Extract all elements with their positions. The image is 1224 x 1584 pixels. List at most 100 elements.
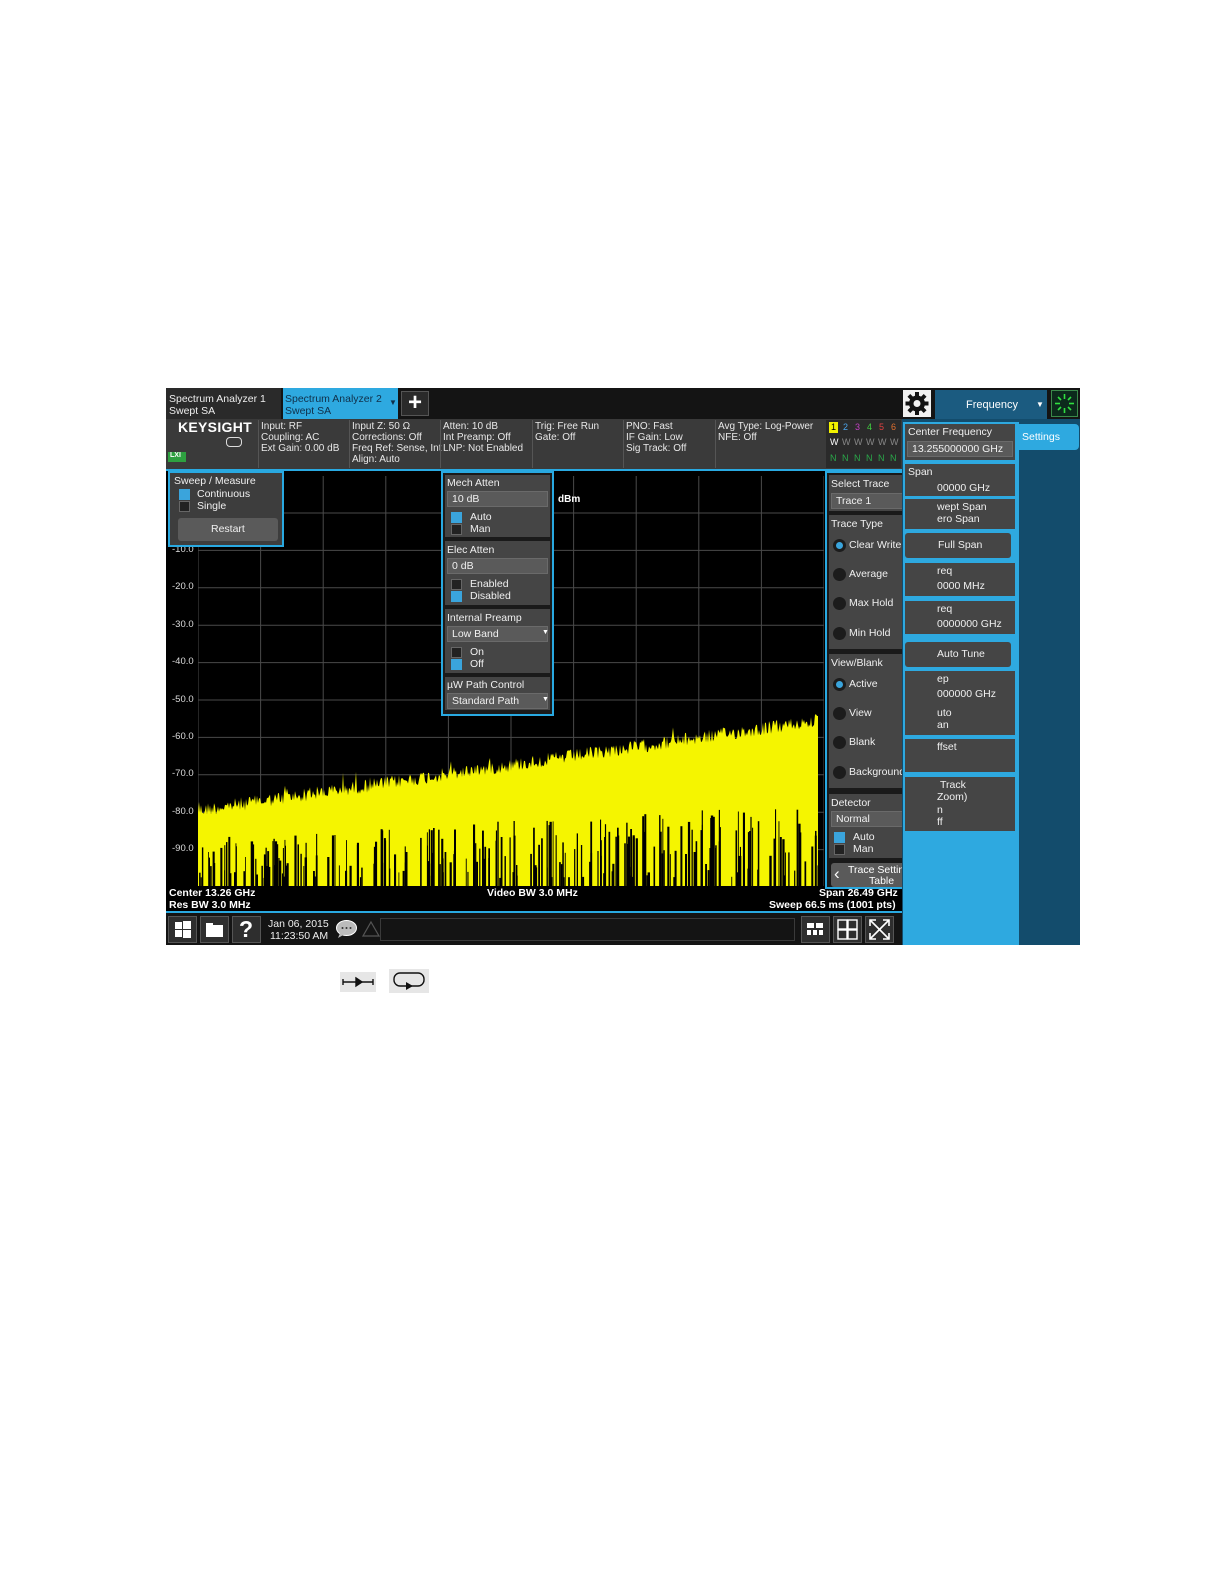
trace-dip: [667, 826, 670, 886]
trace-dip: [580, 845, 583, 886]
status-col-6[interactable]: Avg Type: Log-Power NFE: Off: [715, 420, 824, 468]
trace-dip: [635, 838, 638, 886]
span-key[interactable]: Span 00000 GHz: [905, 464, 1015, 496]
y-tick-label: -40.0: [172, 656, 194, 668]
chevron-down-icon[interactable]: ▼: [389, 398, 397, 407]
preamp-dropdown[interactable]: Low Band: [447, 626, 548, 642]
stop-frequency-key[interactable]: req 0000000 GHz: [905, 601, 1015, 634]
continuous-label[interactable]: Continuous: [197, 488, 250, 500]
trace-dip: [752, 827, 754, 886]
analyzer-screen: Spectrum Analyzer 1 Swept SA Spectrum An…: [166, 388, 1080, 945]
trace-dip: [220, 847, 223, 886]
maximize-button[interactable]: [865, 916, 894, 943]
trace-number-4[interactable]: 4: [865, 422, 874, 433]
center-frequency-key[interactable]: Center Frequency 13.255000000 GHz: [905, 424, 1015, 460]
radio-background[interactable]: [833, 766, 846, 779]
status-col-3[interactable]: Atten: 10 dB Int Preamp: Off LNP: Not En…: [440, 420, 531, 468]
tab-spectrum-analyzer-2[interactable]: Spectrum Analyzer 2 Swept SA ▼: [283, 388, 398, 419]
freq-offset-key[interactable]: ffset: [905, 739, 1015, 772]
chevron-down-icon: ▼: [542, 696, 549, 703]
radio-active[interactable]: [833, 678, 846, 691]
status-col-4[interactable]: Trig: Free Run Gate: Off: [532, 420, 623, 468]
file-explorer-button[interactable]: [200, 916, 229, 943]
add-screen-button[interactable]: +: [401, 389, 429, 416]
settings-tab[interactable]: Settings: [1018, 424, 1079, 450]
trace-dip: [794, 870, 796, 886]
center-frequency-readout[interactable]: Center 13.26 GHz: [169, 887, 255, 899]
trace-dip: [590, 821, 593, 886]
radio-average[interactable]: [833, 568, 846, 581]
auto-tune-button[interactable]: Auto Tune: [905, 642, 1011, 667]
trace-dip: [644, 814, 647, 886]
window-layout-button[interactable]: [833, 916, 862, 943]
continuous-sweep-icon: [393, 972, 425, 990]
window-grid-icon: [837, 919, 858, 940]
trace-dip: [276, 844, 279, 886]
trace-dip: [479, 848, 481, 886]
radio-max-hold[interactable]: [833, 597, 846, 610]
radio-clear-write[interactable]: [833, 539, 846, 552]
trace-dip: [316, 833, 318, 886]
trace-dip: [815, 830, 817, 886]
trace-dip: [568, 877, 570, 886]
elec-atten-value[interactable]: 0 dB: [447, 558, 548, 574]
radio-view[interactable]: [833, 707, 846, 720]
trace-dip: [430, 830, 433, 886]
mech-auto-switch[interactable]: [451, 512, 462, 523]
preamp-on-switch[interactable]: [451, 647, 462, 658]
help-button[interactable]: ?: [232, 916, 261, 943]
message-button[interactable]: [335, 919, 358, 939]
mech-man-switch[interactable]: [451, 524, 462, 535]
start-frequency-key[interactable]: req 0000 MHz: [905, 563, 1015, 596]
trace-dip: [275, 841, 277, 886]
trace-number-3[interactable]: 3: [853, 422, 862, 433]
detector-auto-switch[interactable]: [834, 832, 845, 843]
menu-panel-dropdown[interactable]: Frequency ▼: [935, 390, 1047, 420]
tab-spectrum-analyzer-1[interactable]: Spectrum Analyzer 1 Swept SA: [166, 388, 281, 419]
cf-step-key[interactable]: ep 000000 GHz uto an: [905, 671, 1015, 735]
full-span-button[interactable]: Full Span: [905, 533, 1011, 558]
trace-dip: [208, 857, 210, 886]
status-col-2[interactable]: Input Z: 50 Ω Corrections: Off Freq Ref:…: [349, 420, 442, 468]
status-col-1[interactable]: Input: RF Coupling: AC Ext Gain: 0.00 dB: [258, 420, 347, 468]
res-bw-readout[interactable]: Res BW 3.0 MHz: [169, 899, 251, 911]
restart-button[interactable]: Restart: [178, 518, 278, 541]
trace-dip: [516, 875, 518, 886]
trace-number-2[interactable]: 2: [841, 422, 850, 433]
uw-path-block: µW Path Control Standard Path ▼: [445, 677, 550, 710]
trace-number-1[interactable]: 1: [829, 422, 838, 433]
uw-path-dropdown[interactable]: Standard Path: [447, 693, 548, 709]
trace-dip: [303, 866, 305, 886]
radio-blank[interactable]: [833, 736, 846, 749]
signal-track-key[interactable]: Track Zoom) n ff: [905, 777, 1015, 831]
status-col-5[interactable]: PNO: Fast IF Gain: Low Sig Track: Off: [623, 420, 714, 468]
video-bw-readout[interactable]: Video BW 3.0 MHz: [487, 887, 578, 899]
trace-dip: [562, 842, 564, 886]
elec-enabled-switch[interactable]: [451, 579, 462, 590]
mech-atten-value[interactable]: 10 dB: [447, 491, 548, 507]
trace-dip: [224, 870, 226, 886]
settings-gear-button[interactable]: [903, 390, 931, 417]
swept-zero-span-key[interactable]: wept Span ero Span: [905, 499, 1015, 529]
trace-dip: [538, 844, 540, 886]
multiscreen-button[interactable]: [801, 916, 830, 943]
elec-disabled-switch[interactable]: [451, 591, 462, 602]
trace-dip: [604, 824, 607, 886]
preamp-off-switch[interactable]: [451, 659, 462, 670]
single-label[interactable]: Single: [197, 500, 226, 512]
detector-man-switch[interactable]: [834, 844, 845, 855]
trace-dip: [427, 845, 428, 886]
trace-number-5[interactable]: 5: [877, 422, 886, 433]
radio-min-hold[interactable]: [833, 627, 846, 640]
tab-subtitle: Swept SA: [169, 405, 216, 417]
chevron-down-icon: ▼: [542, 629, 549, 636]
sweep-measure-title: Sweep / Measure: [174, 475, 256, 487]
center-frequency-value[interactable]: 13.255000000 GHz: [907, 441, 1013, 457]
trace-number-6[interactable]: 6: [889, 422, 898, 433]
windows-start-button[interactable]: [168, 916, 197, 943]
continuous-switch[interactable]: [179, 489, 190, 500]
sweep-readout[interactable]: Sweep 66.5 ms (1001 pts): [769, 899, 896, 911]
single-switch[interactable]: [179, 501, 190, 512]
trace-indicator[interactable]: 1WN2WN3WN4WN5WN6WN: [826, 420, 901, 468]
expand-icon: [869, 919, 890, 940]
